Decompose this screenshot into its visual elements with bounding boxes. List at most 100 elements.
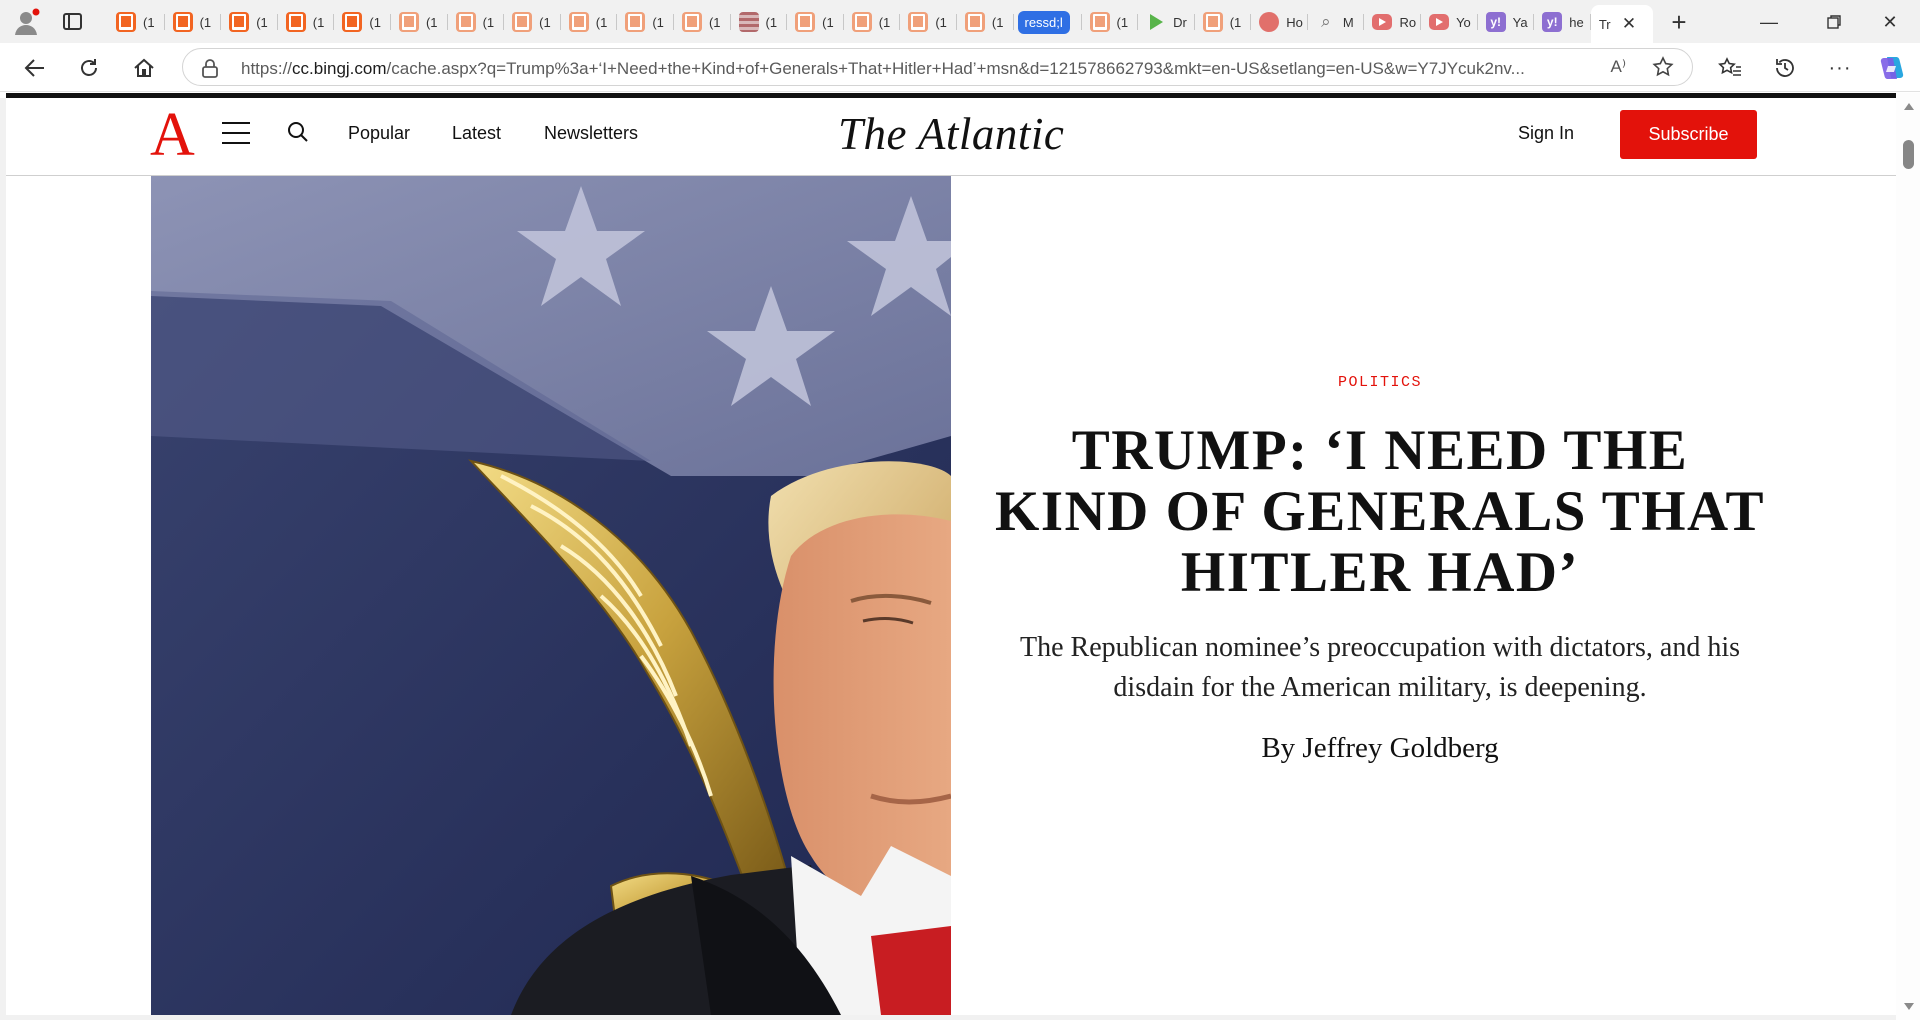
browser-tab[interactable]: (1	[334, 5, 391, 39]
striped-page-icon	[738, 12, 759, 32]
browser-tab[interactable]: (1	[221, 5, 278, 39]
bookmark-orange-icon	[172, 12, 193, 32]
tab-title: (1	[765, 14, 778, 30]
tab-title: Ya	[1512, 14, 1528, 30]
tab-title: ressd;l	[1017, 10, 1070, 34]
browser-tab[interactable]: M	[1308, 5, 1365, 39]
bookmark-faded-icon	[1202, 12, 1223, 32]
browser-tab[interactable]: y! Ya	[1478, 5, 1535, 39]
read-aloud-icon[interactable]: A⁾	[1610, 57, 1626, 77]
site-header: A Popular Latest Newsletters The Atlanti…	[6, 98, 1896, 176]
page-scrollbar[interactable]	[1896, 93, 1920, 1020]
bookmark-faded-icon	[455, 12, 476, 32]
history-icon[interactable]	[1771, 54, 1799, 82]
bookmark-faded-icon	[795, 12, 816, 32]
tab-title: (1	[878, 14, 891, 30]
browser-tab[interactable]: (1	[448, 5, 505, 39]
browser-tab[interactable]: (1	[561, 5, 618, 39]
tab-actions-icon[interactable]	[62, 11, 84, 33]
refresh-icon[interactable]	[74, 53, 104, 83]
browser-tab[interactable]: (1	[108, 5, 165, 39]
favorites-icon[interactable]	[1716, 54, 1744, 82]
scrollbar-thumb[interactable]	[1903, 140, 1914, 169]
new-tab-button[interactable]: +	[1664, 5, 1694, 39]
minimize-icon[interactable]: —	[1754, 9, 1784, 35]
browser-tab[interactable]: (1	[1082, 5, 1139, 39]
bookmark-faded-icon	[512, 12, 533, 32]
nav-popular[interactable]: Popular	[348, 123, 410, 144]
youtube-icon	[1429, 14, 1450, 30]
search-icon	[1316, 12, 1336, 32]
yahoo-icon: y!	[1485, 12, 1506, 32]
tab-title: (1	[143, 14, 155, 30]
browser-tab[interactable]: (1	[617, 5, 674, 39]
scroll-up-icon[interactable]	[1904, 103, 1914, 110]
bookmark-faded-icon	[681, 12, 702, 32]
tab-title: (1	[369, 14, 381, 30]
browser-tab[interactable]: (1	[278, 5, 335, 39]
favorite-star-icon[interactable]	[1652, 56, 1674, 83]
bookmark-faded-icon	[398, 12, 419, 32]
copilot-icon[interactable]	[1878, 54, 1906, 82]
tab-bar: (1 (1 (1 (1 (1 (1 (1 (1 (1 (1 (1 (1 (1 (1 (1 (1 ressd;l (…	[0, 0, 1920, 43]
tab-title: (1	[425, 14, 438, 30]
browser-tab[interactable]: Ro	[1364, 5, 1421, 39]
article-byline[interactable]: By Jeffrey Goldberg	[995, 732, 1765, 765]
close-window-icon[interactable]: ✕	[1875, 9, 1905, 35]
article-dek: The Republican nominee’s preoccupation w…	[1019, 632, 1741, 703]
tab-title: (1	[822, 14, 834, 30]
browser-tab[interactable]: (1	[900, 5, 957, 39]
browser-tab[interactable]: Dr	[1138, 5, 1195, 39]
browser-tab[interactable]: (1	[731, 5, 788, 39]
tab-title: (1	[482, 14, 495, 30]
address-input[interactable]: https://cc.bingj.com/cache.aspx?q=Trump%…	[182, 48, 1693, 86]
restore-icon[interactable]	[1819, 9, 1849, 35]
bookmark-faded-icon	[625, 12, 646, 32]
url-text: https://cc.bingj.com/cache.aspx?q=Trump%…	[241, 59, 1525, 78]
menu-icon[interactable]	[222, 122, 250, 144]
bookmark-faded-icon	[964, 12, 985, 32]
profile-icon[interactable]	[12, 8, 40, 36]
browser-tab[interactable]: (1	[787, 5, 844, 39]
home-icon[interactable]	[129, 53, 159, 83]
subscribe-button[interactable]: Subscribe	[1620, 110, 1757, 159]
browser-tab[interactable]: y! he	[1534, 5, 1591, 39]
article-header: POLITICS TRUMP: ‘I NEED THE KIND OF GENE…	[995, 176, 1765, 1015]
scroll-down-icon[interactable]	[1904, 1003, 1914, 1010]
tab-title: Dr	[1173, 14, 1187, 30]
more-menu-icon[interactable]: ···	[1826, 54, 1854, 82]
browser-tab[interactable]: (1	[844, 5, 901, 39]
tab-title: (1	[539, 14, 551, 30]
lock-icon[interactable]	[201, 59, 219, 84]
browser-tab[interactable]: (1	[957, 5, 1014, 39]
tab-title: he	[1569, 14, 1584, 30]
browser-tab[interactable]: (1	[504, 5, 561, 39]
site-wordmark[interactable]: The Atlantic	[838, 108, 1064, 160]
browser-tab[interactable]: (1	[391, 5, 448, 39]
close-tab-icon[interactable]: ✕	[1622, 14, 1636, 34]
tab-title: M	[1342, 14, 1354, 30]
browser-tab[interactable]: (1	[165, 5, 222, 39]
browser-tab[interactable]: Ho	[1251, 5, 1308, 39]
tab-title: (1	[312, 14, 325, 30]
section-label[interactable]: POLITICS	[995, 374, 1765, 391]
active-browser-tab[interactable]: Tr ✕	[1590, 5, 1653, 43]
microphone-icon	[1259, 12, 1280, 32]
browser-tab[interactable]: Yo	[1421, 5, 1478, 39]
page-bottom-edge	[0, 1015, 1920, 1020]
tab-title: (1	[652, 14, 664, 30]
tab-title: Ro	[1399, 14, 1417, 30]
search-icon[interactable]	[286, 120, 310, 149]
nav-newsletters[interactable]: Newsletters	[544, 123, 638, 144]
back-icon[interactable]	[20, 53, 50, 83]
address-toolbar: https://cc.bingj.com/cache.aspx?q=Trump%…	[0, 43, 1920, 92]
nav-latest[interactable]: Latest	[452, 123, 501, 144]
bookmark-orange-icon	[229, 12, 250, 32]
tab-title: (1	[991, 14, 1004, 30]
atlantic-logo[interactable]: A	[150, 104, 195, 166]
sign-in-link[interactable]: Sign In	[1518, 123, 1574, 144]
browser-tab[interactable]: (1	[1195, 5, 1252, 39]
browser-tab[interactable]: ressd;l	[1014, 5, 1082, 39]
tab-title: (1	[199, 14, 212, 30]
browser-tab[interactable]: (1	[674, 5, 731, 39]
